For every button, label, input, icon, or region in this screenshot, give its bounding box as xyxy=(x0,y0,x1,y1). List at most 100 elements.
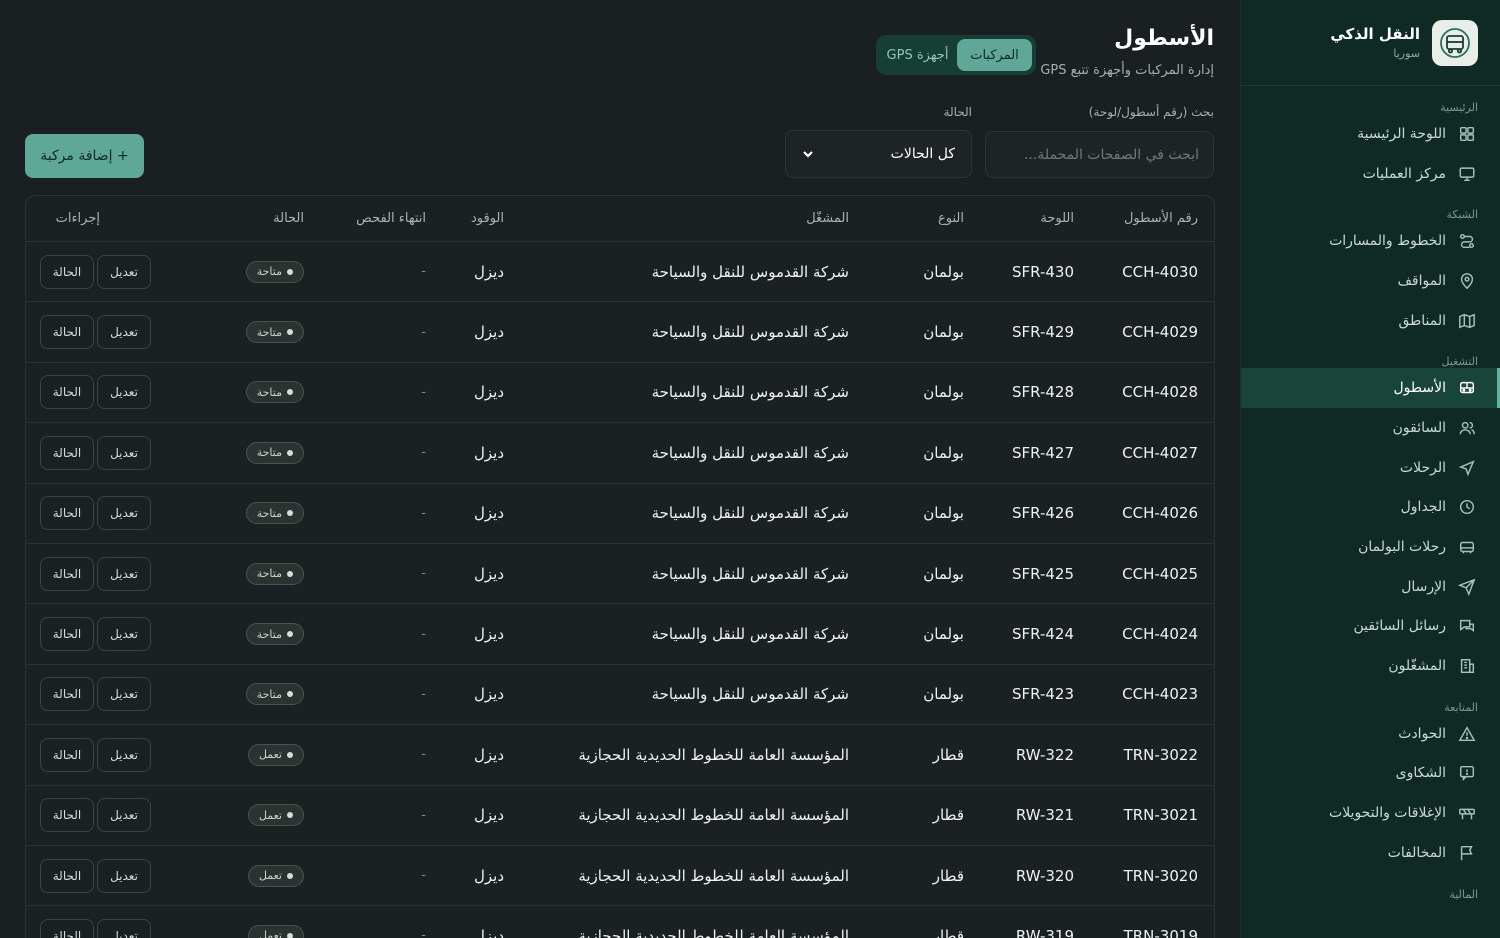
type-cell: قطار xyxy=(932,926,964,938)
change-status-button[interactable]: الحالة xyxy=(40,617,94,652)
change-status-button[interactable]: الحالة xyxy=(40,375,94,410)
fuel-cell: ديزل xyxy=(473,685,504,704)
change-status-button[interactable]: الحالة xyxy=(40,858,94,893)
inspection-value: - xyxy=(421,566,426,582)
actions-cell: الحالة تعديل xyxy=(40,665,160,724)
edit-button[interactable]: تعديل xyxy=(97,617,151,652)
status-cell: متاحة xyxy=(224,604,304,663)
sidebar-item-complaint[interactable]: الشكاوى xyxy=(1241,754,1500,794)
sidebar-item-route[interactable]: الخطوط والمسارات xyxy=(1241,221,1500,261)
change-status-button[interactable]: الحالة xyxy=(40,254,94,289)
type-cell: قطار xyxy=(932,866,964,885)
inspection-value: - xyxy=(421,264,426,280)
change-status-button[interactable]: الحالة xyxy=(40,556,94,591)
operator-cell: المؤسسة العامة للخطوط الحديدية الحجازية xyxy=(578,926,849,938)
status-badge: متاحة xyxy=(245,683,304,706)
sidebar-item-bus[interactable]: الأسطول xyxy=(1241,368,1500,409)
sidebar-item-send[interactable]: الإرسال xyxy=(1241,567,1500,607)
edit-button[interactable]: تعديل xyxy=(97,737,151,772)
plate-cell: RW-319 xyxy=(1015,926,1074,938)
edit-button[interactable]: تعديل xyxy=(97,556,151,591)
fleet-number-cell: TRN-3021 xyxy=(1123,806,1198,825)
actions-cell: الحالة تعديل xyxy=(40,484,160,543)
type-cell: بولمان xyxy=(923,443,964,462)
change-status-button[interactable]: الحالة xyxy=(40,315,94,350)
status-text: تعمل xyxy=(258,929,282,938)
status-filter-label: الحالة xyxy=(943,105,972,119)
status-text: متاحة xyxy=(256,627,282,641)
sidebar-item-flag[interactable]: المخالفات xyxy=(1241,833,1500,873)
status-cell: متاحة xyxy=(224,544,304,603)
brand-name: النقل الذكي xyxy=(1330,25,1420,43)
change-status-button[interactable]: الحالة xyxy=(40,798,94,833)
status-cell: متاحة xyxy=(224,363,304,422)
sidebar-item-coach[interactable]: رحلات البولمان xyxy=(1241,527,1500,567)
sidebar-item-users[interactable]: السائقون xyxy=(1241,408,1500,448)
edit-button[interactable]: تعديل xyxy=(97,918,151,938)
change-status-button[interactable]: الحالة xyxy=(40,435,94,470)
edit-button[interactable]: تعديل xyxy=(97,496,151,531)
sidebar-item-messages[interactable]: رسائل السائقين xyxy=(1241,607,1500,647)
change-status-button[interactable]: الحالة xyxy=(40,918,94,938)
fleet-number-cell: TRN-3022 xyxy=(1123,745,1198,764)
sidebar-item-clock[interactable]: الجداول xyxy=(1241,488,1500,528)
status-dot-icon xyxy=(287,268,293,275)
edit-button[interactable]: تعديل xyxy=(97,315,151,350)
fuel-cell: ديزل xyxy=(473,866,504,885)
sidebar-item-roadblock[interactable]: الإغلاقات والتحويلات xyxy=(1241,793,1500,833)
status-filter-select[interactable]: كل الحالات xyxy=(785,130,972,178)
inspection-cell: - xyxy=(341,846,426,905)
operator-cell: شركة القدموس للنقل والسياحة xyxy=(651,323,849,342)
sidebar-item-monitor[interactable]: مركز العمليات xyxy=(1241,154,1500,194)
inspection-cell: - xyxy=(341,604,426,663)
plate-cell: SFR-423 xyxy=(1011,685,1074,704)
edit-button[interactable]: تعديل xyxy=(97,677,151,712)
edit-button[interactable]: تعديل xyxy=(97,254,151,289)
col-header-inspection: انتهاء الفحص xyxy=(356,211,426,226)
bus-icon xyxy=(1459,382,1475,394)
change-status-button[interactable]: الحالة xyxy=(40,496,94,531)
inspection-cell: - xyxy=(341,484,426,543)
sidebar-item-map-pin[interactable]: المواقف xyxy=(1241,261,1500,301)
fleet-number-cell: CCH-4027 xyxy=(1122,443,1198,462)
route-icon xyxy=(1459,234,1475,249)
page-subtitle: إدارة المركبات وأجهزة تتبع GPS xyxy=(1040,63,1214,78)
sidebar-item-warning[interactable]: الحوادث xyxy=(1241,714,1500,754)
sidebar-item-label: الجداول xyxy=(1400,499,1446,516)
operator-cell: شركة القدموس للنقل والسياحة xyxy=(651,262,849,281)
sidebar-item-navigation[interactable]: الرحلات xyxy=(1241,448,1500,488)
inspection-cell: - xyxy=(341,725,426,784)
fleet-number-cell: CCH-4025 xyxy=(1122,564,1198,583)
edit-button[interactable]: تعديل xyxy=(97,435,151,470)
status-dot-icon xyxy=(287,329,293,336)
edit-button[interactable]: تعديل xyxy=(97,798,151,833)
tab-vehicles[interactable]: المركبات xyxy=(957,39,1032,71)
plate-cell: SFR-428 xyxy=(1011,383,1074,402)
status-text: متاحة xyxy=(256,687,282,701)
sidebar-item-dashboard[interactable]: اللوحة الرئيسية xyxy=(1241,114,1500,154)
status-text: متاحة xyxy=(256,506,282,520)
search-input[interactable] xyxy=(985,131,1214,178)
table-row: TRN-3022 RW-322 قطار المؤسسة العامة للخطوط … xyxy=(26,725,1214,786)
sidebar-item-building[interactable]: المشغّلون xyxy=(1241,646,1500,686)
change-status-button[interactable]: الحالة xyxy=(40,677,94,712)
change-status-button[interactable]: الحالة xyxy=(40,737,94,772)
sidebar-item-label: الحوادث xyxy=(1398,725,1446,742)
actions-cell: الحالة تعديل xyxy=(40,302,160,361)
table-body: CCH-4030 SFR-430 بولمان شركة القدموس للنقل … xyxy=(26,242,1214,938)
col-header-operator: المشغّل xyxy=(806,211,849,226)
tab-gps-devices[interactable]: أجهزة GPS xyxy=(880,39,955,71)
status-cell: تعمل xyxy=(224,846,304,905)
edit-button[interactable]: تعديل xyxy=(97,858,151,893)
plate-cell: SFR-430 xyxy=(1011,262,1074,281)
nav-section-label: الشبكة xyxy=(1446,208,1478,222)
monitor-icon xyxy=(1459,166,1475,181)
edit-button[interactable]: تعديل xyxy=(97,375,151,410)
sidebar-item-label: الرحلات xyxy=(1399,459,1446,476)
status-badge: متاحة xyxy=(245,381,304,404)
sidebar-item-map[interactable]: المناطق xyxy=(1241,301,1500,341)
inspection-value: - xyxy=(421,384,426,400)
inspection-cell: - xyxy=(341,363,426,422)
add-vehicle-button[interactable]: + إضافة مركبة xyxy=(25,134,144,178)
fleet-number-cell: CCH-4024 xyxy=(1122,625,1198,644)
